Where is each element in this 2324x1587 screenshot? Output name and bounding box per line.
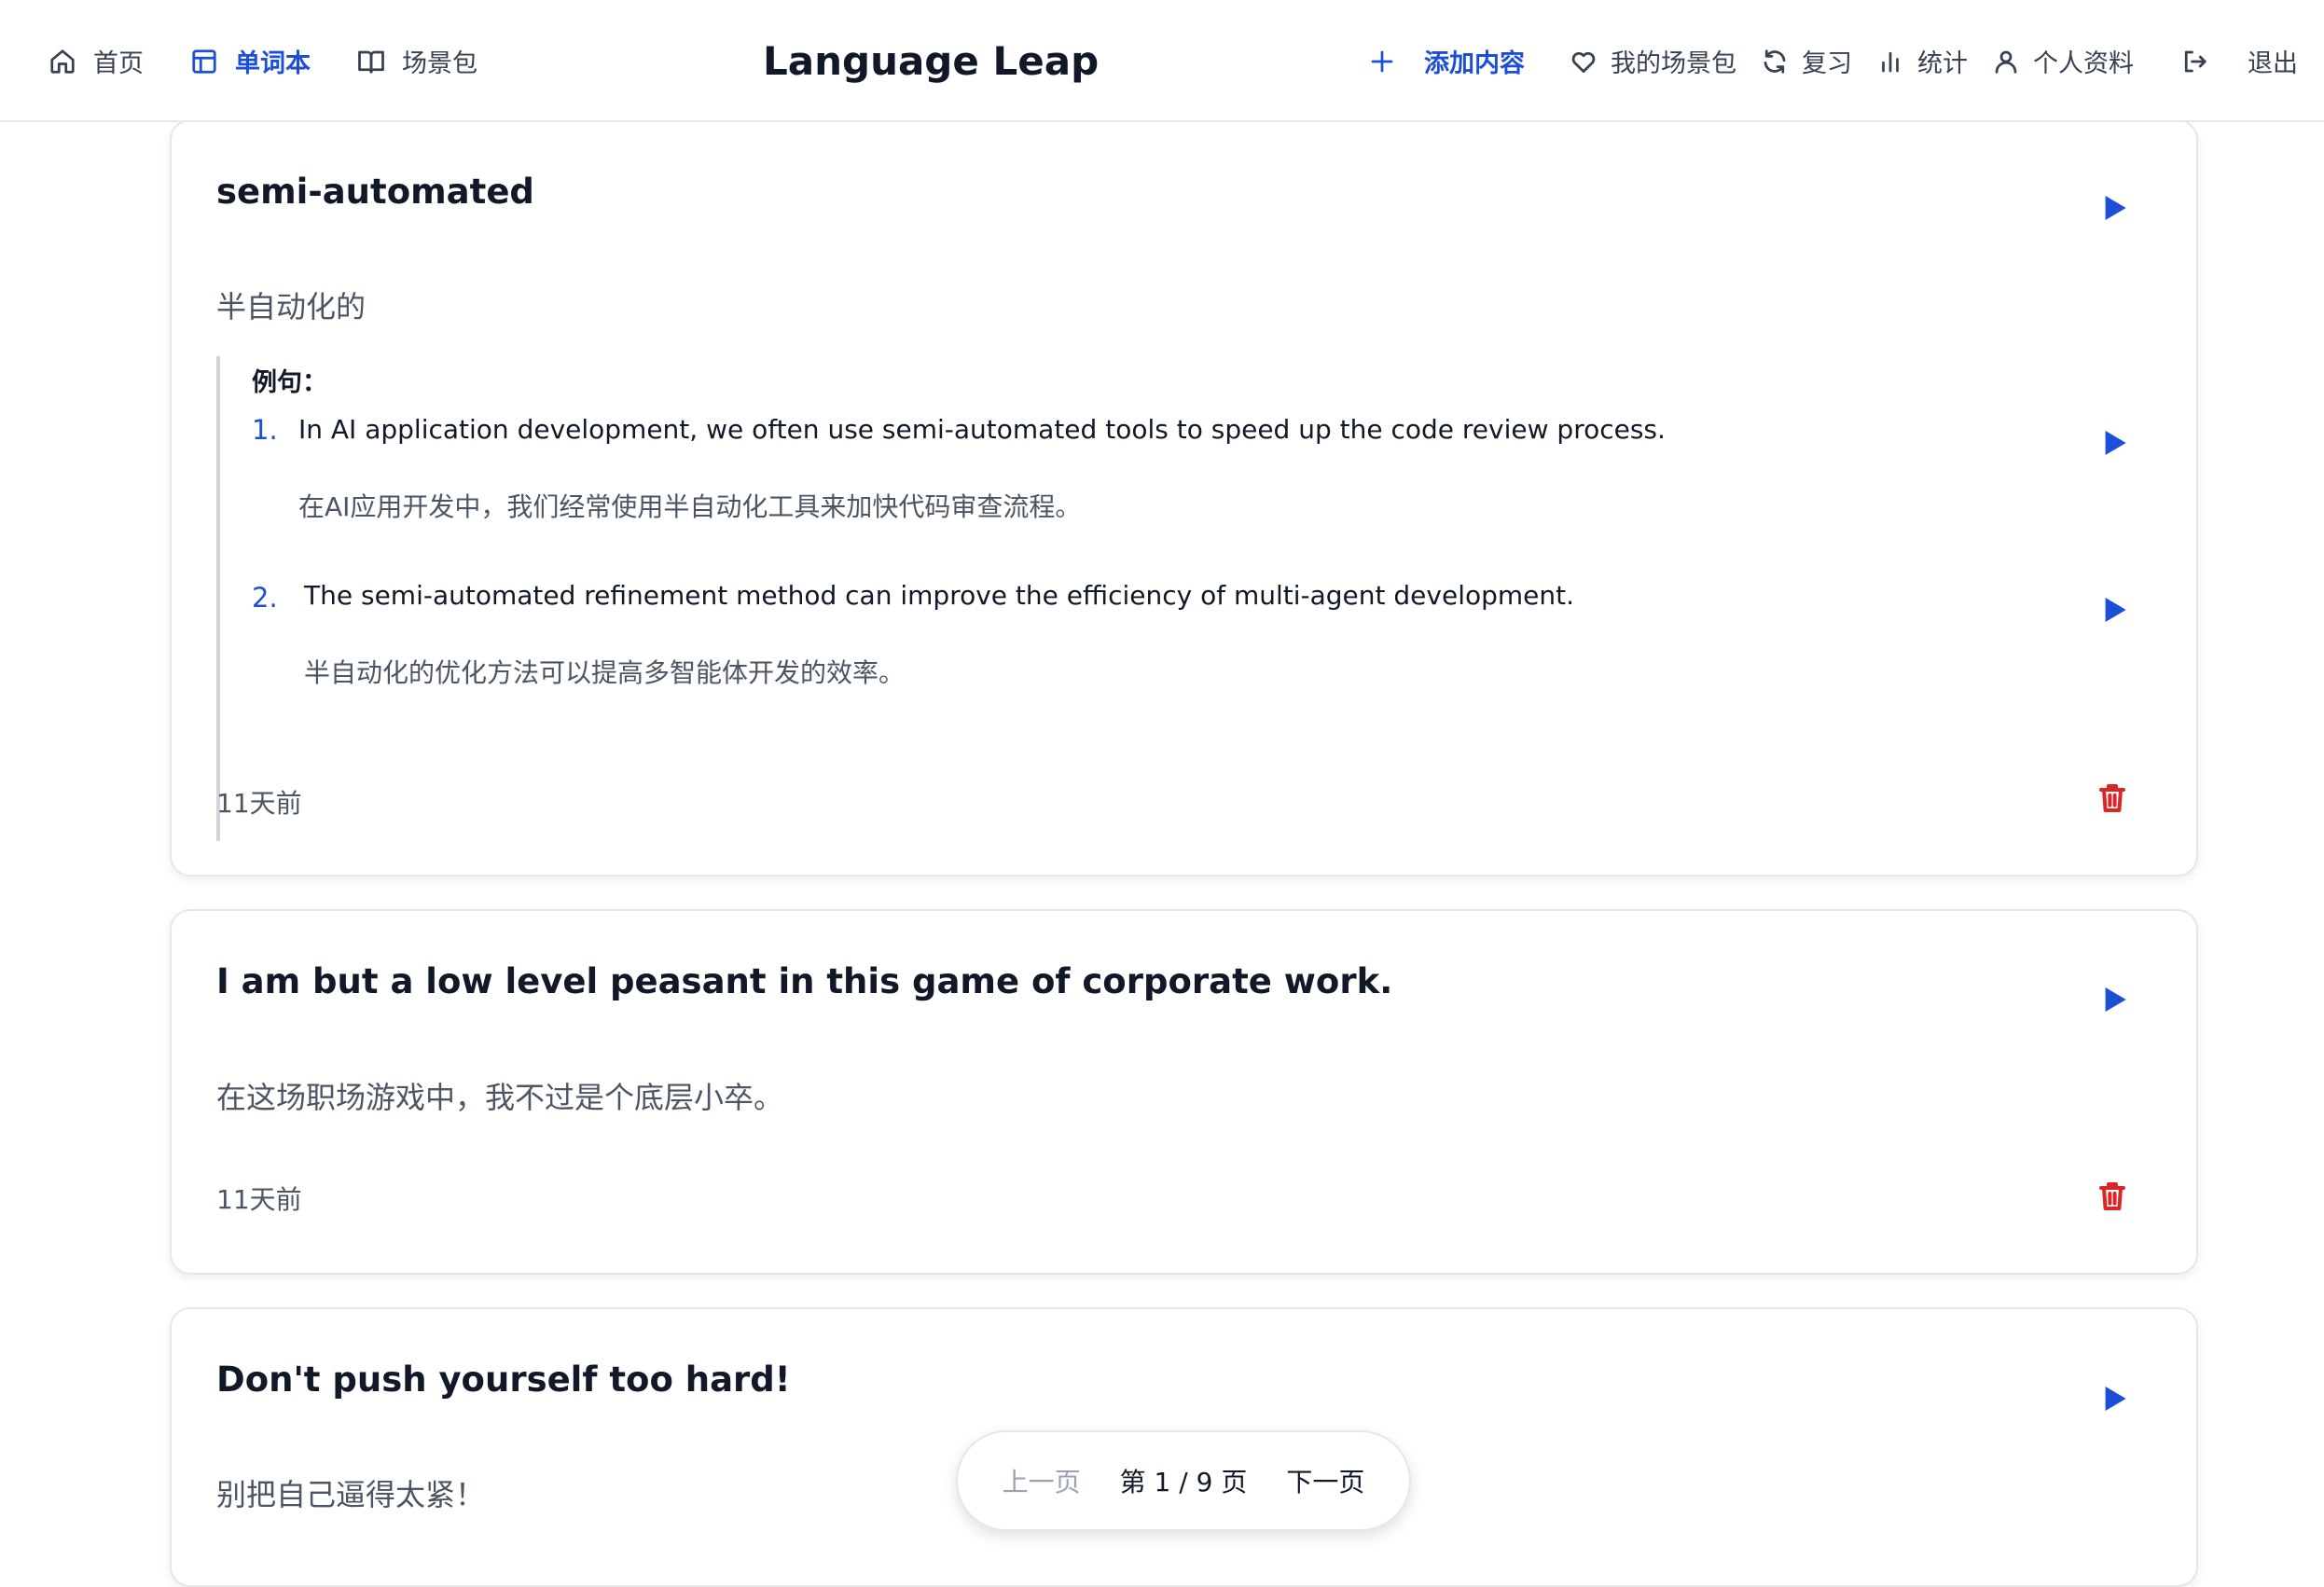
card-translation: 半自动化的 bbox=[216, 289, 367, 324]
next-page-button[interactable]: 下一页 bbox=[1286, 1462, 1364, 1499]
card-term: semi-automated bbox=[216, 172, 534, 212]
nav-review-label: 复习 bbox=[1802, 49, 1852, 78]
example-number: 2. bbox=[252, 582, 278, 614]
play-term-icon[interactable] bbox=[2103, 987, 2127, 1012]
logout-icon bbox=[2184, 50, 2206, 72]
heart-icon bbox=[1571, 51, 1596, 73]
examples-block: 例句： 1. In AI application development, we… bbox=[216, 356, 2128, 841]
add-content-button[interactable]: 添加内容 bbox=[1368, 43, 1525, 79]
main-content: semi-automated 半自动化的 例句： 1. In AI applic… bbox=[0, 0, 2324, 1587]
delete-icon[interactable] bbox=[2099, 1181, 2125, 1211]
nav-wordbook-label: 单词本 bbox=[235, 49, 311, 78]
add-content-label: 添加内容 bbox=[1424, 49, 1525, 78]
nav-wordbook[interactable]: 单词本 bbox=[190, 43, 311, 79]
play-example-icon[interactable] bbox=[2103, 431, 2127, 455]
logout-button[interactable]: 退出 bbox=[2180, 43, 2298, 79]
play-example-icon[interactable] bbox=[2103, 598, 2127, 622]
nav-stats-label: 统计 bbox=[1917, 49, 1968, 78]
nav-profile-label: 个人资料 bbox=[2033, 49, 2134, 78]
wordbook-icon bbox=[192, 48, 216, 74]
app-title: Language Leap bbox=[763, 38, 1100, 84]
added-time: 11天前 bbox=[216, 788, 302, 819]
card-term: Don't push yourself too hard! bbox=[216, 1359, 791, 1400]
refresh-icon bbox=[1764, 48, 1786, 74]
examples-heading: 例句： bbox=[252, 368, 327, 397]
example-translation: 在AI应用开发中，我们经常使用半自动化工具来加快代码审查流程。 bbox=[298, 491, 1082, 522]
example-sentence: The semi-automated refinement method can… bbox=[304, 580, 1575, 611]
nav-left-group: 首页 单词本 场景包 bbox=[48, 0, 524, 122]
play-term-icon[interactable] bbox=[2103, 1387, 2127, 1411]
added-time: 11天前 bbox=[216, 1184, 302, 1215]
nav-scene-packs[interactable]: 场景包 bbox=[357, 43, 477, 79]
play-term-icon[interactable] bbox=[2103, 196, 2127, 220]
nav-right-group: 添加内容 我的场景包 复习 统计 个人资料 退出 bbox=[1344, 0, 2298, 122]
nav-my-scene-packs-label: 我的场景包 bbox=[1611, 49, 1736, 78]
example-translation: 半自动化的优化方法可以提高多智能体开发的效率。 bbox=[304, 657, 906, 688]
home-icon bbox=[50, 48, 75, 74]
card-translation: 在这场职场游戏中，我不过是个底层小卒。 bbox=[216, 1080, 784, 1115]
nav-stats[interactable]: 统计 bbox=[1876, 43, 1968, 79]
nav-profile[interactable]: 个人资料 bbox=[1992, 43, 2134, 79]
delete-icon[interactable] bbox=[2099, 783, 2125, 813]
plus-icon bbox=[1371, 50, 1393, 72]
prev-page-button[interactable]: 上一页 bbox=[1003, 1462, 1081, 1499]
example-number: 1. bbox=[252, 414, 278, 446]
logout-label: 退出 bbox=[2248, 49, 2298, 78]
nav-review[interactable]: 复习 bbox=[1761, 43, 1852, 79]
pagination: 上一页 第 1 / 9 页 下一页 bbox=[956, 1430, 1411, 1531]
nav-home[interactable]: 首页 bbox=[48, 43, 144, 79]
top-navigation-bar: 首页 单词本 场景包 Language Leap 添加内容 我的场景包 复习 统… bbox=[0, 0, 2324, 122]
nav-scene-packs-label: 场景包 bbox=[402, 49, 477, 78]
nav-my-scene-packs[interactable]: 我的场景包 bbox=[1570, 43, 1736, 79]
book-open-icon bbox=[358, 50, 384, 74]
card-translation: 别把自己逼得太紧！ bbox=[216, 1477, 486, 1512]
nav-home-label: 首页 bbox=[93, 49, 144, 78]
user-icon bbox=[1995, 50, 2017, 74]
word-card: semi-automated 半自动化的 例句： 1. In AI applic… bbox=[170, 119, 2198, 876]
word-card: I am but a low level peasant in this gam… bbox=[170, 909, 2198, 1275]
card-term: I am but a low level peasant in this gam… bbox=[216, 961, 1393, 1001]
page-info: 第 1 / 9 页 bbox=[1119, 1467, 1248, 1497]
example-sentence: In AI application development, we often … bbox=[298, 414, 1666, 445]
bar-chart-icon bbox=[1882, 51, 1899, 72]
